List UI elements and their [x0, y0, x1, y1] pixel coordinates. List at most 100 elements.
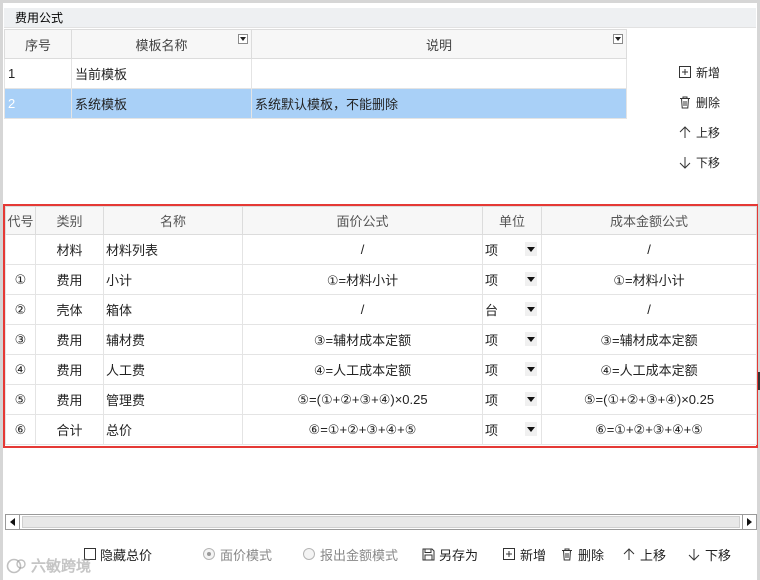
- row-category: 费用: [35, 384, 104, 415]
- row-cost-formula: ⑥=①+②+③+④+⑤: [541, 414, 757, 445]
- template-desc: 系统默认模板，不能删除: [251, 88, 627, 119]
- table-row[interactable]: 1 当前模板: [4, 58, 627, 89]
- arrow-down-icon: [687, 548, 701, 561]
- row-price-formula: /: [242, 294, 483, 325]
- save-as-button[interactable]: 另存为: [421, 543, 478, 565]
- unit-dropdown-icon[interactable]: [525, 242, 537, 256]
- row-unit[interactable]: 项: [482, 264, 542, 295]
- trash-icon: [678, 96, 692, 109]
- arrow-up-icon: [622, 547, 636, 561]
- add-icon: [502, 548, 516, 560]
- add-row-button[interactable]: 新增: [502, 543, 546, 565]
- col-header-cost-formula[interactable]: 成本金额公式: [541, 206, 757, 235]
- watermark: 六敏跨境: [6, 555, 91, 576]
- col-header-price-formula[interactable]: 面价公式: [242, 206, 483, 235]
- col-header-description[interactable]: 说明: [251, 29, 627, 59]
- row-price-formula: ⑥=①+②+③+④+⑤: [242, 414, 483, 445]
- row-category: 材料: [35, 234, 104, 265]
- unit-dropdown-icon[interactable]: [525, 362, 537, 376]
- table-row-selected[interactable]: 2 系统模板 系统默认模板，不能删除: [4, 88, 627, 119]
- row-category: 壳体: [35, 294, 104, 325]
- formula-table-highlight: 代号 类别 名称 面价公式 单位 成本金额公式 材料 材料列表 / 项 / ① 费用 小计 ①=…: [3, 204, 758, 448]
- row-down-button[interactable]: 下移: [687, 543, 731, 565]
- hide-total-checkbox[interactable]: 隐藏总价: [84, 543, 152, 565]
- formula-table: 代号 类别 名称 面价公式 单位 成本金额公式 材料 材料列表 / 项 / ① 费用 小计 ①=…: [5, 206, 757, 445]
- watermark-logo-icon: [6, 558, 28, 574]
- arrow-up-icon: [678, 125, 692, 139]
- template-actions: 新增 删除 上移 下移: [678, 57, 720, 177]
- row-code: ⑥: [5, 414, 36, 445]
- unit-dropdown-icon[interactable]: [525, 392, 537, 406]
- trash-icon: [560, 548, 574, 561]
- table-row[interactable]: ⑥ 合计 总价 ⑥=①+②+③+④+⑤ 项 ⑥=①+②+③+④+⑤: [5, 414, 757, 445]
- row-code: ①: [5, 264, 36, 295]
- row-cost-formula: ⑤=(①+②+③+④)×0.25: [541, 384, 757, 415]
- col-header-no[interactable]: 序号: [4, 29, 72, 59]
- row-price-formula: /: [242, 234, 483, 265]
- add-icon: [678, 66, 692, 78]
- template-desc: [251, 58, 627, 89]
- row-unit[interactable]: 项: [482, 414, 542, 445]
- row-unit[interactable]: 项: [482, 324, 542, 355]
- row-cost-formula: /: [541, 294, 757, 325]
- row-price-formula: ③=辅材成本定额: [242, 324, 483, 355]
- row-category: 费用: [35, 354, 104, 385]
- add-template-button[interactable]: 新增: [678, 57, 720, 87]
- arrow-down-icon: [678, 156, 692, 169]
- radio-icon[interactable]: [303, 548, 315, 560]
- row-unit[interactable]: 项: [482, 234, 542, 265]
- row-code: [5, 234, 36, 265]
- unit-dropdown-icon[interactable]: [525, 302, 537, 316]
- table-row[interactable]: ③ 费用 辅材费 ③=辅材成本定额项 ③=辅材成本定额: [5, 324, 757, 355]
- col-header-category[interactable]: 类别: [35, 206, 104, 235]
- section-title: 费用公式: [4, 8, 756, 28]
- unit-dropdown-icon[interactable]: [525, 422, 537, 436]
- row-cost-formula: ①=材料小计: [541, 264, 757, 295]
- table-row[interactable]: ② 壳体 箱体 / 台 /: [5, 294, 757, 325]
- col-header-template-name[interactable]: 模板名称: [71, 29, 252, 59]
- delete-row-button[interactable]: 删除: [560, 543, 604, 565]
- price-mode-radio[interactable]: 面价模式: [203, 543, 272, 565]
- table-row[interactable]: ① 费用 小计 ①=材料小计项 ①=材料小计: [5, 264, 757, 295]
- table-row[interactable]: ⑤ 费用 管理费 ⑤=(①+②+③+④)×0.25 项 ⑤=(①+②+③+④)×0.25: [5, 384, 757, 415]
- row-up-button[interactable]: 上移: [622, 543, 666, 565]
- row-cost-formula: /: [541, 234, 757, 265]
- row-no: 1: [4, 58, 72, 89]
- bottom-toolbar: 隐藏总价 面价模式 报出金额模式 另存为 新增 删除 上移 下移: [0, 543, 760, 565]
- row-category: 费用: [35, 324, 104, 355]
- row-unit[interactable]: 项: [482, 384, 542, 415]
- template-name: 系统模板: [71, 88, 252, 119]
- row-price-formula: ⑤=(①+②+③+④)×0.25: [242, 384, 483, 415]
- row-name: 管理费: [103, 384, 243, 415]
- move-down-button[interactable]: 下移: [678, 147, 720, 177]
- row-code: ③: [5, 324, 36, 355]
- delete-template-button[interactable]: 删除: [678, 87, 720, 117]
- row-code: ④: [5, 354, 36, 385]
- row-price-formula: ④=人工成本定额: [242, 354, 483, 385]
- row-name: 辅材费: [103, 324, 243, 355]
- row-name: 材料列表: [103, 234, 243, 265]
- filter-dropdown-icon[interactable]: [238, 34, 248, 44]
- col-header-unit[interactable]: 单位: [482, 206, 542, 235]
- scroll-thumb[interactable]: [22, 516, 740, 528]
- scroll-left-icon[interactable]: [6, 515, 20, 529]
- row-code: ⑤: [5, 384, 36, 415]
- horizontal-scrollbar[interactable]: [5, 514, 757, 530]
- move-up-button[interactable]: 上移: [678, 117, 720, 147]
- unit-dropdown-icon[interactable]: [525, 272, 537, 286]
- row-unit[interactable]: 台: [482, 294, 542, 325]
- table-row[interactable]: ④ 费用 人工费 ④=人工成本定额项 ④=人工成本定额: [5, 354, 757, 385]
- row-cost-formula: ③=辅材成本定额: [541, 324, 757, 355]
- col-header-name[interactable]: 名称: [103, 206, 243, 235]
- row-category: 费用: [35, 264, 104, 295]
- scroll-right-icon[interactable]: [742, 515, 756, 529]
- unit-dropdown-icon[interactable]: [525, 332, 537, 346]
- col-header-code[interactable]: 代号: [5, 206, 36, 235]
- row-price-formula: ①=材料小计: [242, 264, 483, 295]
- table-row[interactable]: 材料 材料列表 / 项 /: [5, 234, 757, 265]
- radio-icon[interactable]: [203, 548, 215, 560]
- template-name: 当前模板: [71, 58, 252, 89]
- row-unit[interactable]: 项: [482, 354, 542, 385]
- quote-mode-radio[interactable]: 报出金额模式: [303, 543, 398, 565]
- filter-dropdown-icon[interactable]: [613, 34, 623, 44]
